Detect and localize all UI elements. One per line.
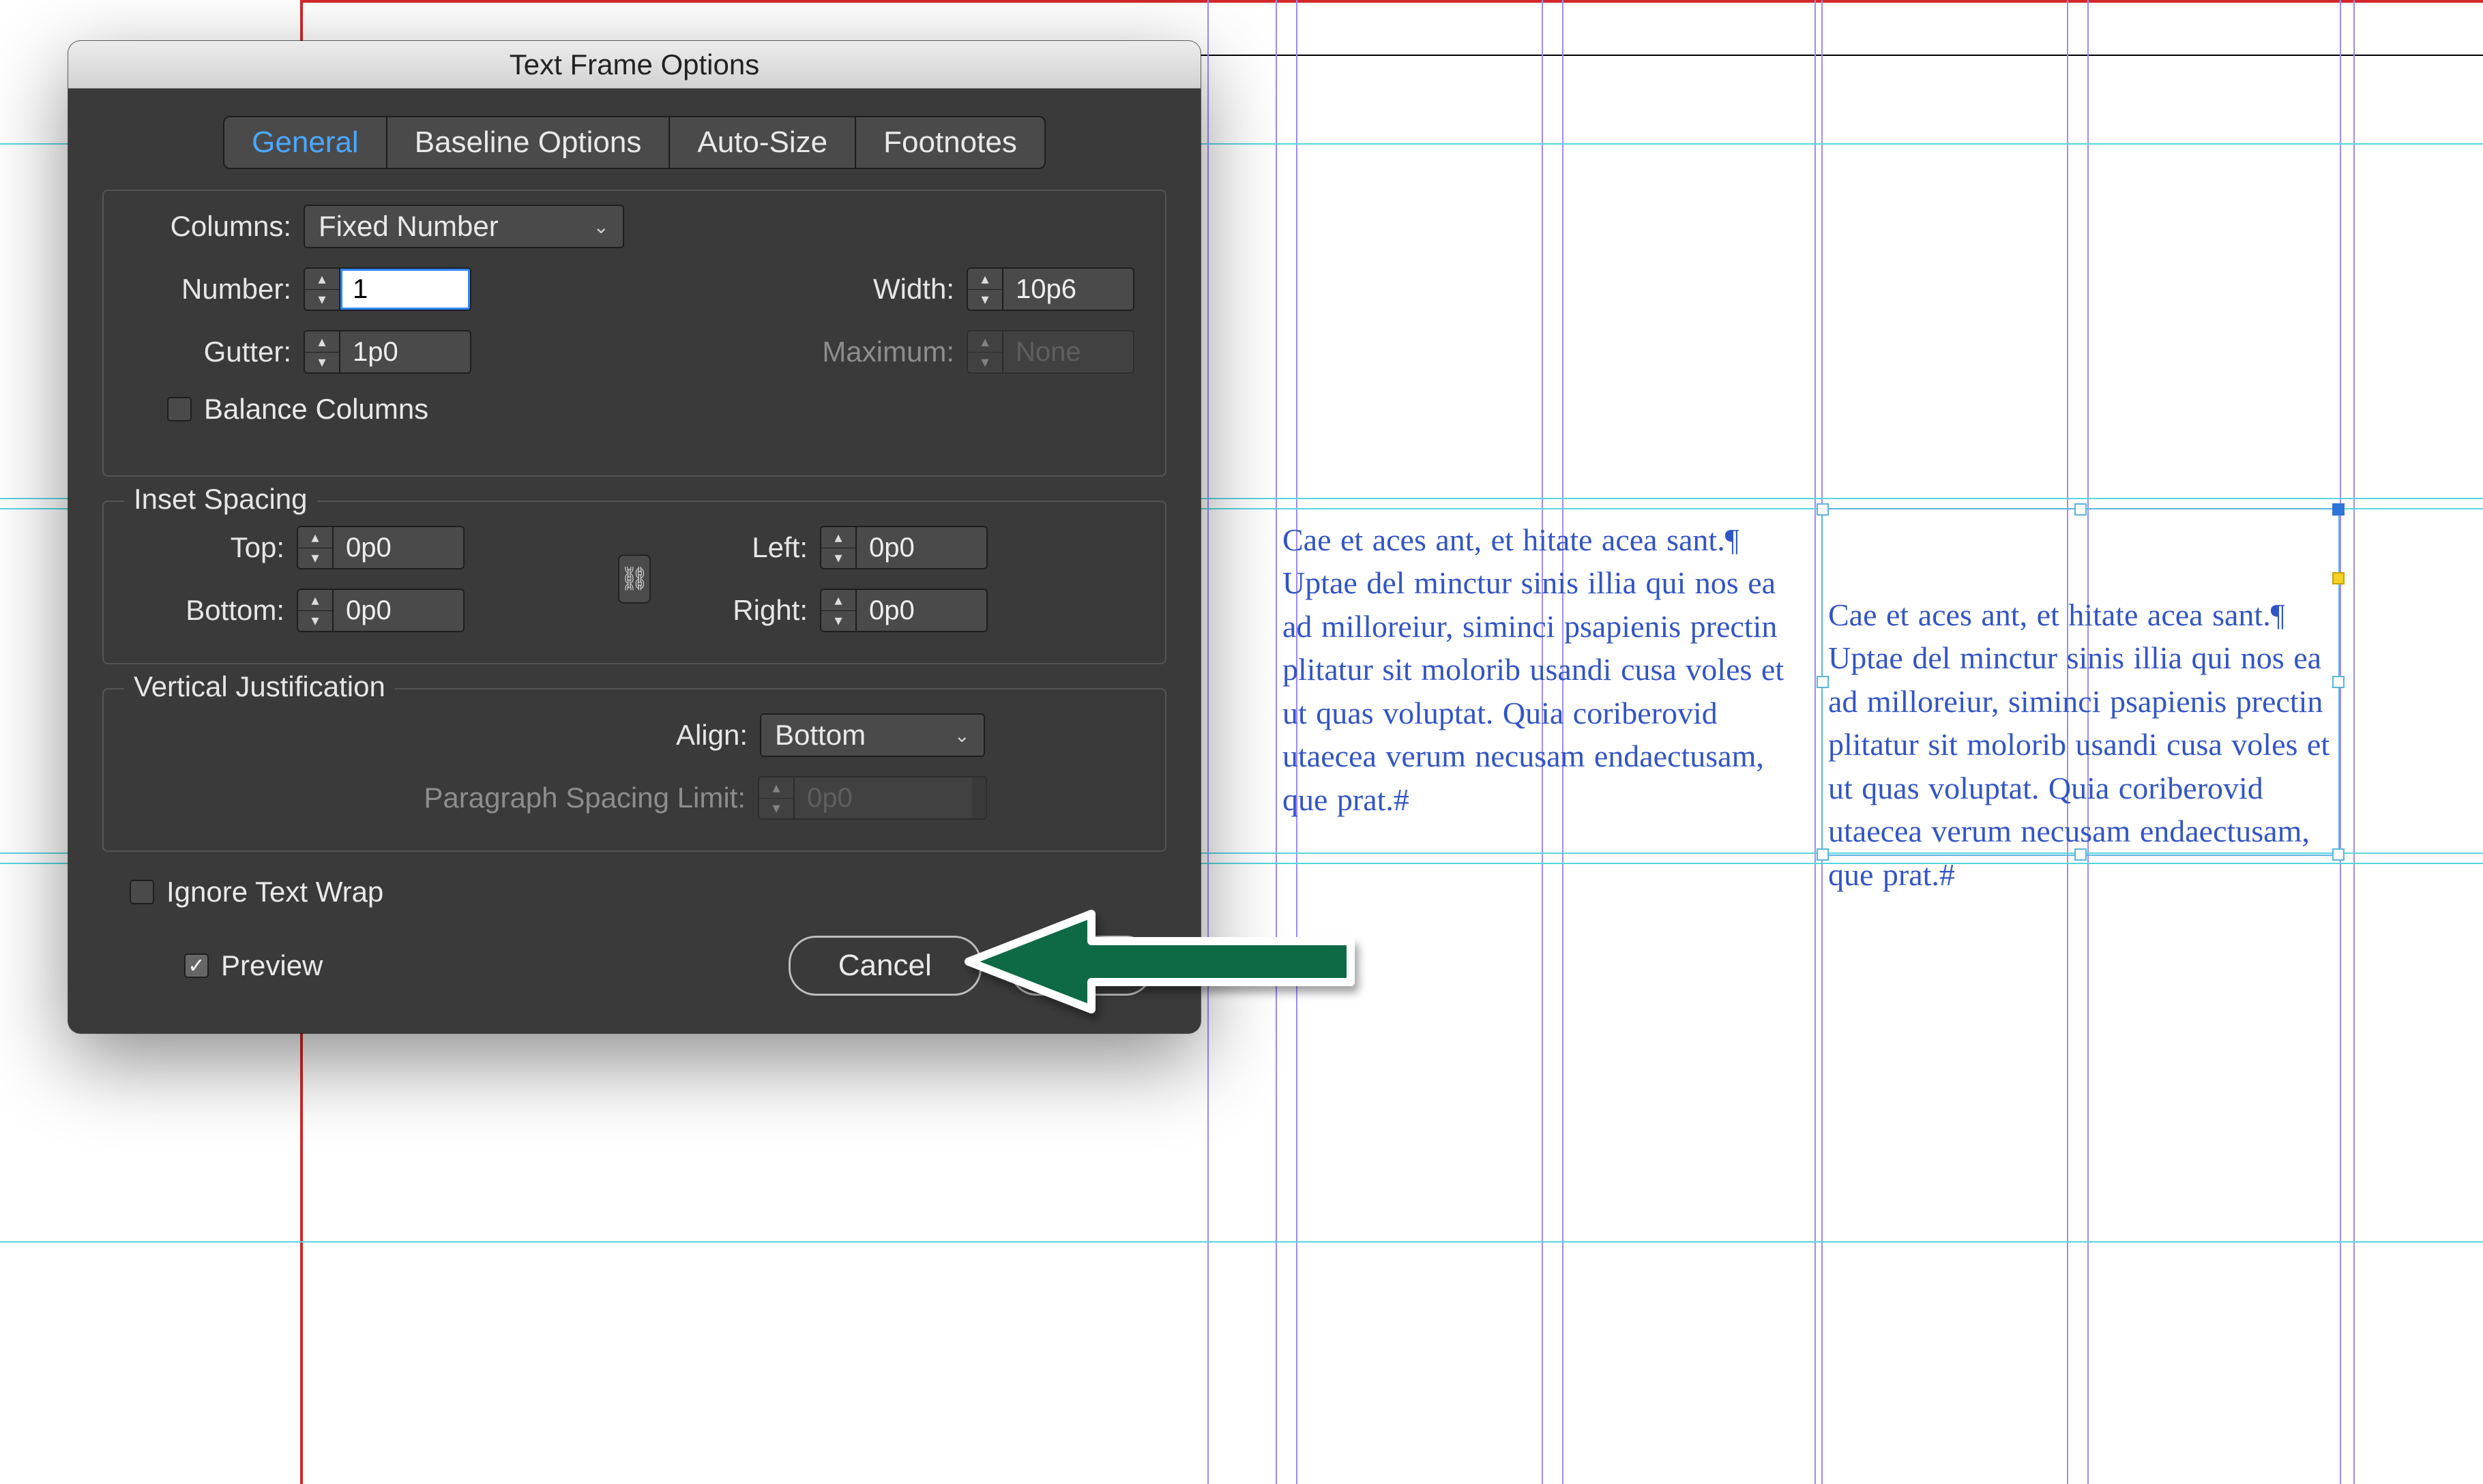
in-port-handle[interactable]: [2332, 503, 2345, 516]
stepper-arrows-icon: ▴▾: [968, 331, 1003, 372]
stepper-arrows-icon[interactable]: ▴▾: [298, 527, 334, 568]
dialog-title: Text Frame Options: [510, 48, 759, 81]
chevron-down-icon: ⌄: [593, 216, 609, 238]
gutter-input[interactable]: [340, 331, 470, 372]
right-label: Right:: [685, 594, 808, 627]
align-label: Align:: [284, 719, 748, 752]
align-value: Bottom: [775, 719, 866, 752]
cancel-button[interactable]: Cancel: [789, 936, 982, 996]
columns-mode-value: Fixed Number: [319, 210, 499, 243]
gutter-field[interactable]: ▴▾: [304, 330, 471, 374]
tab-baseline-options[interactable]: Baseline Options: [387, 116, 671, 169]
align-select[interactable]: Bottom ⌄: [760, 713, 985, 757]
ruler-guide: [0, 1241, 2483, 1243]
paragraph-spacing-limit-input: [795, 777, 972, 818]
dialog-footer: ✓ Preview Cancel OK: [68, 915, 1201, 1033]
checkbox-box-icon: [130, 880, 154, 904]
inset-right-input[interactable]: [857, 590, 986, 631]
columns-label: Columns:: [134, 210, 291, 243]
column-guide: [1814, 0, 1816, 1484]
top-label: Top:: [134, 531, 284, 564]
column-guide: [2353, 0, 2355, 1484]
dialog-tabs: General Baseline Options Auto-Size Footn…: [68, 116, 1201, 169]
frame1-text: Cae et aces ant, et hitate acea sant.¶ U…: [1282, 518, 1787, 821]
inset-bottom-field[interactable]: ▴▾: [297, 589, 465, 632]
ok-button[interactable]: OK: [1010, 936, 1153, 996]
balance-columns-checkbox[interactable]: Balance Columns: [167, 393, 428, 426]
paragraph-spacing-limit-label: Paragraph Spacing Limit:: [282, 782, 746, 814]
inset-right-field[interactable]: ▴▾: [820, 589, 988, 632]
link-values-icon[interactable]: ⛓: [618, 554, 651, 604]
thread-out-handle[interactable]: [2332, 572, 2345, 584]
checkbox-box-icon: [167, 397, 192, 421]
stepper-arrows-icon[interactable]: ▴▾: [821, 590, 857, 631]
tab-footnotes[interactable]: Footnotes: [856, 116, 1046, 169]
inset-left-field[interactable]: ▴▾: [820, 526, 988, 569]
balance-columns-label: Balance Columns: [204, 393, 428, 426]
number-label: Number:: [134, 273, 291, 306]
stepper-arrows-icon: ▴▾: [759, 777, 795, 818]
inset-left-input[interactable]: [857, 527, 986, 568]
chevron-down-icon: ⌄: [954, 724, 970, 747]
bottom-label: Bottom:: [134, 594, 284, 627]
ignore-text-wrap-label: Ignore Text Wrap: [166, 876, 383, 908]
left-label: Left:: [685, 531, 808, 564]
stepper-arrows-icon[interactable]: ▴▾: [968, 269, 1003, 310]
width-field[interactable]: ▴▾: [967, 267, 1134, 311]
frame2-text: Cae et aces ant, et hitate acea sant.¶ U…: [1828, 593, 2333, 896]
dialog-titlebar[interactable]: Text Frame Options: [68, 41, 1201, 89]
stepper-arrows-icon[interactable]: ▴▾: [298, 590, 334, 631]
number-field[interactable]: ▴▾: [304, 267, 471, 311]
text-frame-1[interactable]: Cae et aces ant, et hitate acea sant.¶ U…: [1282, 518, 1787, 821]
tab-auto-size[interactable]: Auto-Size: [670, 116, 856, 169]
text-frame-options-dialog: Text Frame Options General Baseline Opti…: [68, 41, 1201, 1033]
stepper-arrows-icon[interactable]: ▴▾: [821, 527, 857, 568]
inset-spacing-group: Inset Spacing Top: ▴▾ Bottom: ▴▾: [102, 501, 1166, 664]
inset-bottom-input[interactable]: [334, 590, 463, 631]
inset-top-input[interactable]: [334, 527, 463, 568]
width-input[interactable]: [1003, 269, 1133, 310]
column-guide: [1276, 0, 1277, 1484]
text-frame-2[interactable]: Cae et aces ant, et hitate acea sant.¶ U…: [1828, 593, 2333, 896]
column-guide: [1207, 0, 1209, 1484]
preview-checkbox[interactable]: ✓ Preview: [184, 949, 323, 982]
column-guide: [2340, 0, 2341, 1484]
ignore-text-wrap-checkbox[interactable]: Ignore Text Wrap: [130, 876, 1153, 908]
gutter-label: Gutter:: [134, 336, 291, 368]
inset-spacing-legend: Inset Spacing: [124, 483, 317, 516]
vertical-justification-legend: Vertical Justification: [124, 670, 395, 703]
columns-group: Columns: Fixed Number ⌄ Number: ▴▾ Width…: [102, 190, 1166, 477]
tab-general[interactable]: General: [223, 116, 387, 169]
checkbox-box-icon: ✓: [184, 953, 209, 978]
vertical-justification-group: Vertical Justification Align: Bottom ⌄ P…: [102, 688, 1166, 852]
number-input[interactable]: [340, 269, 470, 310]
preview-label: Preview: [221, 949, 323, 982]
maximum-input: [1003, 331, 1133, 372]
columns-mode-select[interactable]: Fixed Number ⌄: [304, 205, 624, 248]
stepper-arrows-icon[interactable]: ▴▾: [305, 331, 340, 372]
maximum-label: Maximum:: [804, 336, 954, 368]
inset-top-field[interactable]: ▴▾: [297, 526, 465, 569]
width-label: Width:: [804, 273, 954, 306]
stepper-arrows-icon[interactable]: ▴▾: [305, 269, 340, 310]
paragraph-spacing-limit-field: ▴▾: [758, 776, 987, 820]
maximum-field: ▴▾: [967, 330, 1134, 374]
